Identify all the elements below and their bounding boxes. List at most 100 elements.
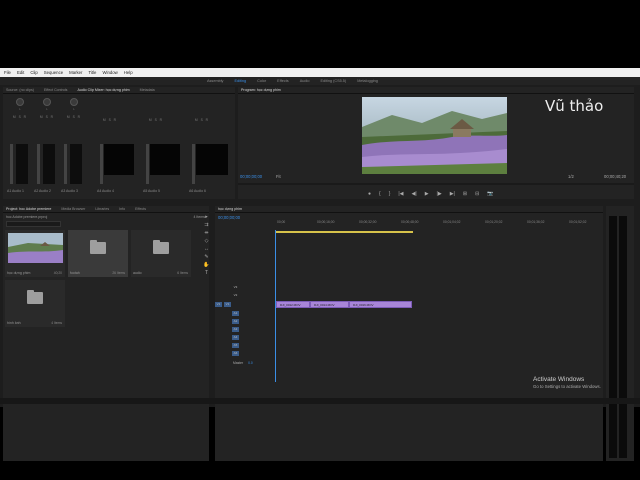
timeline-ruler[interactable]: 00;00 00;00;16;00 00;00;32;00 00;00;48;0… [275,220,603,230]
track-label[interactable]: A3 [232,327,239,332]
selection-tool-icon[interactable]: ▸ [205,214,208,220]
pan-knob[interactable] [43,98,51,106]
export-frame-button[interactable]: 📷 [487,191,493,197]
type-tool-icon[interactable]: T [205,270,208,276]
menu-clip[interactable]: Clip [30,70,37,75]
volume-fader[interactable] [146,144,149,184]
tab-media-browser[interactable]: Media Browser [61,207,85,211]
volume-fader[interactable] [37,144,40,184]
workspace-editing-cs55[interactable]: Editing (CS5.5) [320,79,346,83]
tab-effect-controls[interactable]: Effect Controls [44,88,68,92]
workspace-color[interactable]: Color [257,79,266,83]
source-patch-v1[interactable]: V1 [215,302,222,307]
track-label[interactable]: A6 [232,351,239,356]
msr-buttons[interactable]: M S R [97,118,123,122]
track-label[interactable]: A4 [232,335,239,340]
folder-icon [90,240,106,254]
volume-fader[interactable] [10,144,13,184]
menu-window[interactable]: Window [102,70,117,75]
track-target[interactable] [223,335,230,340]
track-label[interactable]: A2 [232,319,239,324]
track-label[interactable]: A5 [232,343,239,348]
sequence-thumbnail [8,233,63,263]
video-clip[interactable]: DJI_0014.MOV [310,301,349,308]
workspace-effects[interactable]: Effects [277,79,289,83]
tab-metadata[interactable]: Metadata [140,88,155,92]
extract-button[interactable]: ⊟ [475,191,479,197]
step-back-button[interactable]: ◀| [412,191,417,197]
go-to-out-button[interactable]: ▶| [450,191,455,197]
track-label[interactable]: V2 [232,293,239,298]
program-timecode[interactable]: 00;00;00;00 [240,174,262,179]
menu-edit[interactable]: Edit [17,70,24,75]
pan-knob[interactable] [70,98,78,106]
menu-help[interactable]: Help [124,70,133,75]
pen-tool-icon[interactable]: ✎ [204,254,208,260]
track-target[interactable] [223,327,230,332]
track-target[interactable] [223,343,230,348]
tab-sequence[interactable]: học dựng phim [218,207,242,211]
video-clip[interactable]: DJI_0012.MOV [276,301,310,308]
tab-effects[interactable]: Effects [135,207,146,211]
tab-audio-clip-mixer[interactable]: Audio Clip Mixer: học dựng phim [77,88,129,92]
lift-button[interactable]: ⊞ [463,191,467,197]
ripple-edit-tool-icon[interactable]: ⇹ [204,230,208,236]
workspace-metalogging[interactable]: Metalogging [357,79,378,83]
folder-icon [153,240,169,254]
volume-fader[interactable] [192,144,195,184]
msr-buttons[interactable]: M S R [7,115,33,119]
menu-file[interactable]: File [4,70,11,75]
program-scrubber[interactable] [238,183,634,185]
step-forward-button[interactable]: |▶ [437,191,442,197]
hand-tool-icon[interactable]: ✋ [203,262,209,268]
workspace-editing[interactable]: Editing [234,79,246,83]
quality-dropdown[interactable]: 1/2 [568,174,574,179]
track-target[interactable] [223,311,230,316]
tab-libraries[interactable]: Libraries [95,207,109,211]
slip-tool-icon[interactable]: ↔ [204,246,209,252]
mark-in-button[interactable]: { [379,191,381,197]
mixer-tabs: Source: (no clips) Effect Controls Audio… [3,87,235,94]
work-area-bar[interactable] [276,231,413,233]
tab-project[interactable]: Project: hoc Adobe premiere [6,207,51,211]
fit-dropdown[interactable]: Fit [276,174,281,179]
mark-out-button[interactable]: } [389,191,391,197]
tab-info[interactable]: Info [119,207,125,211]
activate-subtitle: Go to Settings to activate Windows. [533,384,601,389]
volume-fader[interactable] [64,144,67,184]
razor-tool-icon[interactable]: ◇ [205,238,209,244]
msr-buttons[interactable]: M S R [143,118,169,122]
bin-audio[interactable]: audio 6 Items [131,230,191,277]
sequence-item[interactable]: học dựng phim 40;20 [5,230,65,277]
track-label[interactable]: V3 [232,285,239,290]
bin-footah[interactable]: footah 26 Items [68,230,128,277]
timeline-timecode[interactable]: 00;00;00;00 [218,215,240,220]
tab-program[interactable]: Program: học dựng phim [241,88,281,92]
track-target[interactable] [223,319,230,324]
msr-buttons[interactable]: M S R [61,115,87,119]
menu-title[interactable]: Title [88,70,96,75]
track-label[interactable]: A1 [232,311,239,316]
track-select-tool-icon[interactable]: ⇉ [204,222,208,228]
master-volume[interactable]: 0.0 [248,361,253,365]
volume-fader[interactable] [100,144,103,184]
menu-sequence[interactable]: Sequence [44,70,63,75]
track-label[interactable]: V1 [224,302,231,307]
msr-buttons[interactable]: M S R [34,115,60,119]
bin-hinh-anh[interactable]: hình ảnh 4 Items [5,280,65,327]
video-clip[interactable]: DJI_0016.MOV [349,301,412,308]
track-target[interactable] [223,285,230,290]
workspace-audio[interactable]: Audio [300,79,310,83]
pan-knob[interactable] [16,98,24,106]
msr-buttons[interactable]: M S R [189,118,215,122]
track-target[interactable] [223,351,230,356]
bottom-scrollbar[interactable] [0,398,640,404]
play-button[interactable]: ▶ [425,191,429,197]
track-target[interactable] [223,293,230,298]
menu-marker[interactable]: Marker [69,70,82,75]
go-to-in-button[interactable]: |◀ [398,191,403,197]
tab-source[interactable]: Source: (no clips) [6,88,34,92]
workspace-assembly[interactable]: Assembly [207,79,223,83]
project-search-input[interactable] [6,221,61,227]
add-marker-button[interactable]: ● [368,191,371,197]
